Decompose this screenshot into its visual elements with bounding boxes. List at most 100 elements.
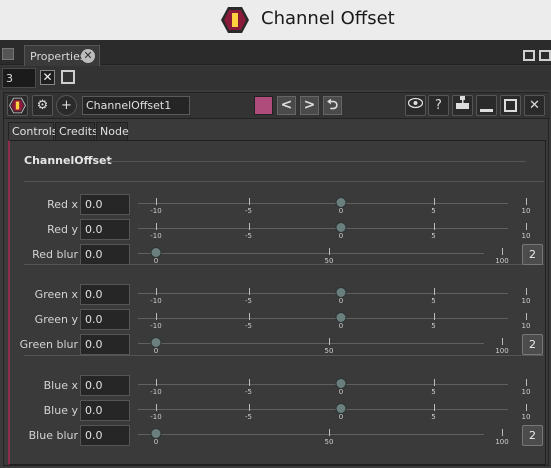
green-x-slider[interactable]: -10 -5 0 5 10 xyxy=(138,284,530,306)
clear-panels-button[interactable]: ✕ xyxy=(40,70,55,85)
slider-tick xyxy=(502,338,503,345)
red-x-slider[interactable]: -10 -5 0 5 10 xyxy=(138,194,530,216)
revert-button[interactable]: ⮌ xyxy=(323,96,342,115)
minimize-button[interactable] xyxy=(476,95,497,116)
add-knob-icon[interactable]: + xyxy=(56,95,77,116)
slider-tick-label: -5 xyxy=(245,413,252,421)
previous-button[interactable]: < xyxy=(277,96,296,115)
green-blur-slider[interactable]: 0 50 100 xyxy=(138,334,528,356)
slider-handle[interactable] xyxy=(335,222,347,233)
slider-tick xyxy=(156,313,157,320)
knob-row-blue-y: Blue y 0.0 -10 -5 0 5 10 xyxy=(10,400,548,422)
slider-track xyxy=(138,318,508,319)
slider-tick xyxy=(248,223,250,230)
red-y-slider[interactable]: -10 -5 0 5 10 xyxy=(138,219,530,241)
slider-tick xyxy=(329,429,330,436)
slider-tick xyxy=(156,404,157,411)
float-window-icon[interactable] xyxy=(61,70,75,84)
controls-tab-content: ChannelOffset Red x 0.0 -10 -5 0 5 10 Red y 0.0-… xyxy=(8,140,546,465)
blue-blur-size-button[interactable]: 2 xyxy=(522,425,543,446)
slider-tick-label: -10 xyxy=(150,297,162,305)
blue-x-slider[interactable]: -10 -5 0 5 10 xyxy=(138,375,530,397)
close-tab-icon[interactable]: ✕ xyxy=(81,49,95,63)
slider-track xyxy=(138,409,508,410)
tab-credits[interactable]: Credits xyxy=(55,122,98,141)
slider-handle[interactable] xyxy=(150,337,162,348)
node-header: ⚙ + ChannelOffset1 < > ⮌ ? ✕ xyxy=(4,93,550,119)
blue-y-input[interactable]: 0.0 xyxy=(80,400,130,421)
red-y-input[interactable]: 0.0 xyxy=(80,219,130,240)
slider-track xyxy=(138,434,484,435)
maximize-panel-icon[interactable] xyxy=(539,50,551,61)
close-panel-button[interactable]: ✕ xyxy=(524,95,545,116)
slider-tick xyxy=(433,379,435,386)
next-button[interactable]: > xyxy=(300,96,319,115)
eye-glyph-icon xyxy=(407,97,424,109)
red-blur-label: Red blur xyxy=(32,248,78,261)
slider-handle[interactable] xyxy=(335,197,347,208)
red-x-label: Red x xyxy=(47,198,78,211)
slider-handle[interactable] xyxy=(150,428,162,439)
node-icon[interactable] xyxy=(7,95,28,116)
slider-tick xyxy=(248,198,250,205)
gear-icon[interactable]: ⚙ xyxy=(32,95,53,116)
red-blur-slider[interactable]: 0 50 100 xyxy=(138,244,528,266)
slider-tick-label: -10 xyxy=(150,207,162,215)
slider-tick-label: 5 xyxy=(431,207,436,215)
slider-tick xyxy=(156,288,157,295)
green-x-input[interactable]: 0.0 xyxy=(80,284,130,305)
slider-handle[interactable] xyxy=(335,287,347,298)
slider-handle[interactable] xyxy=(335,403,347,414)
eye-icon[interactable] xyxy=(405,95,426,116)
window-titlebar: Channel Offset xyxy=(0,0,551,40)
tab-properties[interactable]: Properties ✕ xyxy=(24,45,100,66)
help-button[interactable]: ? xyxy=(428,95,449,116)
slider-tick-label: 0 xyxy=(338,322,344,330)
float-panel-icon[interactable] xyxy=(523,50,535,61)
slider-tick-label: 0 xyxy=(153,257,159,265)
red-y-label: Red y xyxy=(47,223,78,236)
blue-blur-slider[interactable]: 0 50 100 xyxy=(138,425,528,447)
slider-tick-label: 5 xyxy=(431,322,436,330)
slider-tick xyxy=(526,404,527,411)
node-color-swatch[interactable] xyxy=(254,96,273,115)
slider-track xyxy=(138,293,508,294)
slider-tick xyxy=(526,198,527,205)
slider-tick-label: 100 xyxy=(495,438,509,446)
green-blur-size-button[interactable]: 2 xyxy=(522,334,543,355)
slider-tick xyxy=(433,313,435,320)
dock-bar: Properties ✕ xyxy=(0,40,551,66)
red-blur-input[interactable]: 0.0 xyxy=(80,244,130,265)
tab-node[interactable]: Node xyxy=(96,122,129,141)
green-y-input[interactable]: 0.0 xyxy=(80,309,130,330)
node-hexagon-icon xyxy=(9,97,26,114)
slider-tick xyxy=(248,379,250,386)
green-y-slider[interactable]: -10 -5 0 5 10 xyxy=(138,309,530,331)
slider-tick-label: 0 xyxy=(338,388,344,396)
blue-x-input[interactable]: 0.0 xyxy=(80,375,130,396)
max-panels-input[interactable]: 3 xyxy=(2,68,36,88)
slider-handle[interactable] xyxy=(150,247,162,258)
green-blur-label: Green blur xyxy=(19,338,78,351)
properties-toolbar: 3 ✕ xyxy=(0,66,551,90)
blue-blur-label: Blue blur xyxy=(28,429,78,442)
maximize-button[interactable] xyxy=(500,95,521,116)
slider-tick xyxy=(526,313,527,320)
slider-handle[interactable] xyxy=(335,312,347,323)
blue-y-slider[interactable]: -10 -5 0 5 10 xyxy=(138,400,530,422)
green-blur-input[interactable]: 0.0 xyxy=(80,334,130,355)
floating-node-icon[interactable] xyxy=(452,95,473,116)
slider-tick xyxy=(526,379,527,386)
red-blur-size-button[interactable]: 2 xyxy=(522,244,543,265)
tab-controls[interactable]: Controls xyxy=(8,122,58,141)
slider-tick xyxy=(502,248,503,255)
node-name-field[interactable]: ChannelOffset1 xyxy=(82,96,190,115)
slider-tick xyxy=(156,223,157,230)
blue-blur-input[interactable]: 0.0 xyxy=(80,425,130,446)
slider-handle[interactable] xyxy=(335,378,347,389)
dock-grip-icon[interactable] xyxy=(2,48,14,60)
red-x-input[interactable]: 0.0 xyxy=(80,194,130,215)
node-properties-panel: ⚙ + ChannelOffset1 < > ⮌ ? ✕ Controls Cr… xyxy=(3,92,550,466)
slider-tick-label: 0 xyxy=(338,232,344,240)
slider-tick-label: -5 xyxy=(245,322,252,330)
